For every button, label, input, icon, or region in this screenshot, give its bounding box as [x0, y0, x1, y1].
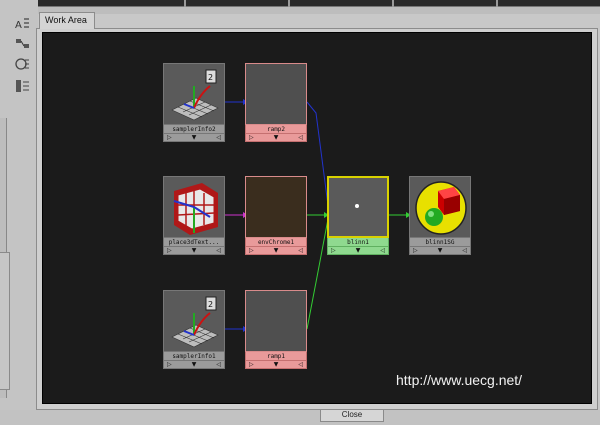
- connection-wires: [225, 99, 411, 332]
- node-ports[interactable]: ▷ ▼ ◁: [327, 247, 389, 255]
- sampler-info-icon: 2: [163, 290, 225, 352]
- input-port-icon[interactable]: ▷: [249, 134, 254, 142]
- input-port-icon[interactable]: ▷: [167, 247, 172, 255]
- rearrange-icon[interactable]: [14, 36, 32, 52]
- align-icon[interactable]: A: [14, 16, 32, 32]
- highlight-dot: [355, 204, 359, 208]
- shading-group-icon: [409, 176, 471, 238]
- input-port-icon[interactable]: ▷: [413, 247, 418, 255]
- expand-icon[interactable]: ▼: [356, 247, 361, 255]
- node-ports[interactable]: ▷ ▼ ◁: [245, 134, 307, 142]
- svg-text:A: A: [15, 20, 22, 31]
- blinn-checker-swatch: [327, 176, 389, 238]
- info-icon[interactable]: [14, 56, 32, 72]
- node-ramp-2[interactable]: ramp2 ▷ ▼ ◁: [245, 63, 307, 142]
- input-port-icon[interactable]: ▷: [167, 361, 172, 369]
- separator: [496, 0, 498, 7]
- node-env-chrome-1[interactable]: envChrome1 ▷ ▼ ◁: [245, 176, 307, 255]
- ramp-swatch: [245, 290, 307, 352]
- output-port-icon[interactable]: ◁: [216, 247, 221, 255]
- expand-icon[interactable]: ▼: [274, 247, 279, 255]
- output-port-icon[interactable]: ◁: [216, 134, 221, 142]
- list-icon[interactable]: [14, 78, 32, 94]
- expand-icon[interactable]: ▼: [192, 361, 197, 369]
- watermark-text: http://www.uecg.net/: [396, 372, 523, 388]
- expand-icon[interactable]: ▼: [192, 134, 197, 142]
- node-sampler-info-1[interactable]: 2 samplerInfo1 ▷ ▼ ◁: [163, 290, 225, 369]
- output-port-icon[interactable]: ◁: [298, 361, 303, 369]
- node-ports[interactable]: ▷ ▼ ◁: [245, 247, 307, 255]
- output-port-icon[interactable]: ◁: [298, 247, 303, 255]
- node-ports[interactable]: ▷ ▼ ◁: [409, 247, 471, 255]
- env-chrome-swatch: [245, 176, 307, 238]
- svg-text:2: 2: [208, 73, 213, 82]
- input-port-icon[interactable]: ▷: [249, 247, 254, 255]
- top-toolbar-strip: [37, 0, 600, 7]
- node-blinn-1-sg[interactable]: blinn1SG ▷ ▼ ◁: [409, 176, 471, 255]
- node-ramp-1[interactable]: ramp1 ▷ ▼ ◁: [245, 290, 307, 369]
- separator: [184, 0, 186, 7]
- separator: [392, 0, 394, 7]
- node-ports[interactable]: ▷ ▼ ◁: [163, 134, 225, 142]
- node-ports[interactable]: ▷ ▼ ◁: [163, 247, 225, 255]
- output-port-icon[interactable]: ◁: [298, 134, 303, 142]
- expand-icon[interactable]: ▼: [274, 134, 279, 142]
- ramp-swatch: [245, 63, 307, 125]
- node-ports[interactable]: ▷ ▼ ◁: [245, 361, 307, 369]
- expand-icon[interactable]: ▼: [438, 247, 443, 255]
- expand-icon[interactable]: ▼: [192, 247, 197, 255]
- left-panel-box: [0, 252, 10, 390]
- left-toolbar: A: [0, 0, 38, 425]
- node-ports[interactable]: ▷ ▼ ◁: [163, 361, 225, 369]
- input-port-icon[interactable]: ▷: [167, 134, 172, 142]
- expand-icon[interactable]: ▼: [274, 361, 279, 369]
- node-place3d-texture[interactable]: place3dText... ▷ ▼ ◁: [163, 176, 225, 255]
- sampler-info-icon: 2: [163, 63, 225, 125]
- hypershade-work-area[interactable]: 2 samplerInfo2 ▷ ▼ ◁ ramp2 ▷ ▼ ◁ place3d…: [42, 32, 592, 404]
- place3d-texture-icon: [163, 176, 225, 238]
- close-button[interactable]: Close: [320, 410, 384, 422]
- node-sampler-info-2[interactable]: 2 samplerInfo2 ▷ ▼ ◁: [163, 63, 225, 142]
- separator: [288, 0, 290, 7]
- node-blinn-1[interactable]: blinn1 ▷ ▼ ◁: [327, 176, 389, 255]
- output-port-icon[interactable]: ◁: [380, 247, 385, 255]
- input-port-icon[interactable]: ▷: [331, 247, 336, 255]
- svg-text:2: 2: [208, 300, 213, 309]
- tab-work-area[interactable]: Work Area: [39, 12, 95, 29]
- wire: [306, 101, 330, 214]
- wire: [306, 218, 329, 330]
- output-port-icon[interactable]: ◁: [462, 247, 467, 255]
- input-port-icon[interactable]: ▷: [249, 361, 254, 369]
- bottom-bar: [0, 410, 600, 425]
- output-port-icon[interactable]: ◁: [216, 361, 221, 369]
